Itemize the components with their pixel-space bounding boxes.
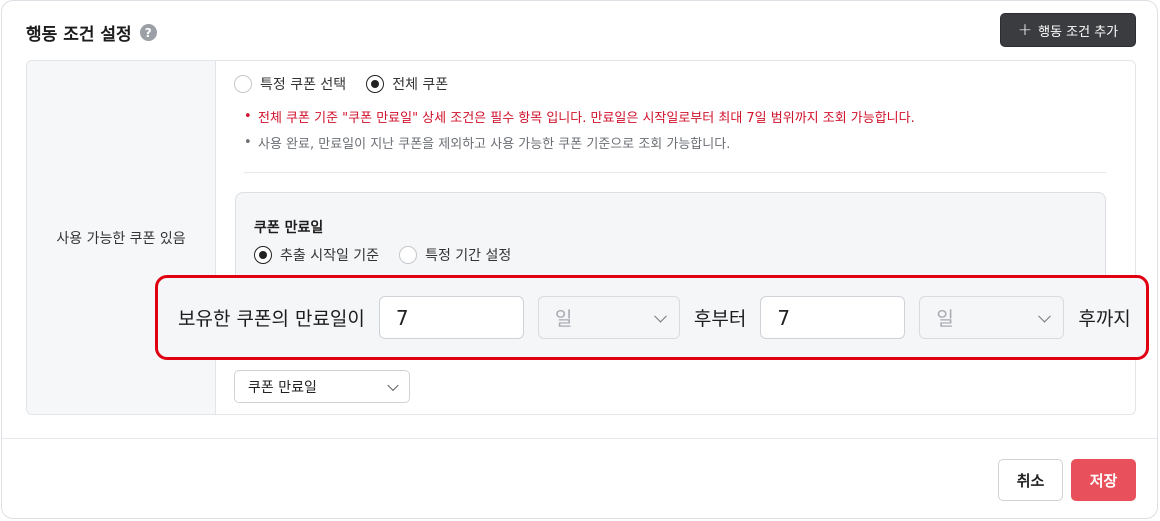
- chevron-down-icon: [1038, 309, 1052, 323]
- add-condition-button[interactable]: + 행동 조건 추가: [1000, 13, 1136, 47]
- radio-checked-icon[interactable]: [366, 75, 385, 93]
- to-unit-value: 일: [936, 308, 954, 330]
- condition-table: 사용 가능한 쿠폰 있음 특정 쿠폰 선택 전체 쿠폰 • 전체 쿠폰 기준 "…: [26, 60, 1136, 415]
- radio-label: 특정 쿠폰 선택: [260, 77, 347, 93]
- info-notice: • 사용 완료, 만료일이 지난 쿠폰을 제외하고 사용 가능한 쿠폰 기준으로…: [244, 133, 730, 152]
- row-content: 특정 쿠폰 선택 전체 쿠폰 • 전체 쿠폰 기준 "쿠폰 만료일" 상세 조건…: [216, 61, 1135, 414]
- notice-text: 사용 완료, 만료일이 지난 쿠폰을 제외하고 사용 가능한 쿠폰 기준으로 조…: [258, 137, 731, 152]
- coupon-scope-radio-group: 특정 쿠폰 선택 전체 쿠폰: [234, 74, 468, 94]
- radio-checked-icon[interactable]: [254, 246, 272, 264]
- to-days-input[interactable]: 7: [760, 296, 906, 339]
- section-title: 행동 조건 설정: [26, 25, 132, 45]
- condition-prefix: 보유한 쿠폰의 만료일이: [178, 308, 365, 330]
- coupon-expiry-title: 쿠폰 만료일: [254, 220, 324, 236]
- radio-label: 특정 기간 설정: [425, 248, 512, 264]
- condition-settings-card: 행동 조건 설정 ? + 행동 조건 추가 사용 가능한 쿠폰 있음 특정 쿠폰…: [1, 0, 1158, 519]
- sort-basis-value: 쿠폰 만료일: [248, 379, 317, 396]
- bullet-icon: •: [244, 109, 252, 124]
- divider: [244, 172, 1106, 173]
- radio-extract-start-date[interactable]: 추출 시작일 기준: [254, 245, 379, 265]
- from-unit-select[interactable]: 일: [537, 296, 680, 339]
- bullet-icon: •: [244, 135, 252, 150]
- radio-all-coupons[interactable]: 전체 쿠폰: [366, 74, 448, 94]
- chevron-down-icon: [654, 309, 667, 323]
- condition-middle: 후부터: [693, 308, 747, 330]
- radio-unchecked-icon[interactable]: [234, 75, 252, 93]
- from-days-input[interactable]: 7: [378, 296, 524, 339]
- radio-specific-period[interactable]: 특정 기간 설정: [399, 245, 511, 265]
- from-unit-value: 일: [554, 308, 573, 330]
- condition-suffix: 후까지: [1078, 308, 1131, 330]
- radio-unchecked-icon[interactable]: [399, 246, 418, 264]
- section-header: 행동 조건 설정 ?: [26, 20, 157, 45]
- radio-specific-coupon[interactable]: 특정 쿠폰 선택: [234, 74, 346, 94]
- radio-label: 전체 쿠폰: [392, 77, 449, 93]
- row-label: 사용 가능한 쿠폰 있음: [27, 61, 216, 414]
- plus-icon: +: [1017, 20, 1033, 40]
- notice-text: 전체 쿠폰 기준 "쿠폰 만료일" 상세 조건은 필수 항목 입니다. 만료일은…: [258, 111, 915, 126]
- footer-divider: [2, 438, 1157, 439]
- add-condition-label: 행동 조건 추가: [1038, 24, 1119, 40]
- expiry-condition-highlight: 보유한 쿠폰의 만료일이 7 일 후부터 7 일 후까지: [155, 275, 1149, 360]
- chevron-down-icon: [387, 379, 399, 391]
- help-icon[interactable]: ?: [139, 24, 157, 41]
- radio-label: 추출 시작일 기준: [280, 248, 380, 264]
- save-button[interactable]: 저장: [1071, 459, 1136, 501]
- to-unit-select[interactable]: 일: [919, 296, 1065, 339]
- sort-basis-select[interactable]: 쿠폰 만료일: [234, 370, 410, 403]
- required-notice: • 전체 쿠폰 기준 "쿠폰 만료일" 상세 조건은 필수 항목 입니다. 만료…: [244, 107, 915, 126]
- expiry-basis-radio-group: 추출 시작일 기준 특정 기간 설정: [254, 245, 531, 265]
- cancel-button[interactable]: 취소: [998, 459, 1063, 501]
